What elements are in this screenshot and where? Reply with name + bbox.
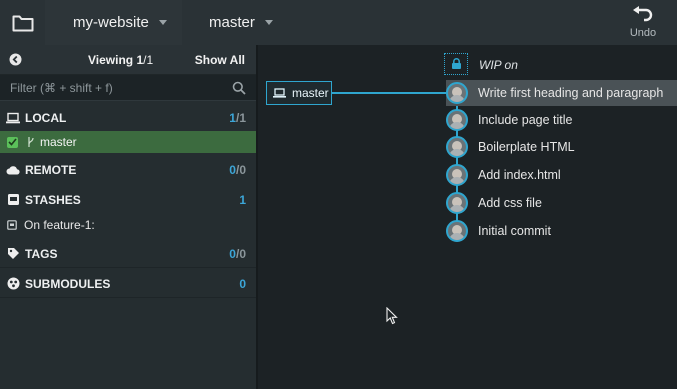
commit-graph: WIP on master Write first heading and pa… [256,45,677,389]
local-branch-label: master [40,135,77,149]
mouse-cursor-icon [386,307,398,325]
section-stashes-title: STASHES [25,192,81,207]
commit-row[interactable]: Boilerplate HTML [446,134,575,160]
filter-input[interactable] [10,80,232,95]
section-submodules[interactable]: SUBMODULES 0 [0,270,256,297]
chevron-down-icon [264,20,273,25]
section-submodules-title: SUBMODULES [25,276,111,291]
remote-count-b: /0 [235,162,246,177]
search-icon [232,81,246,95]
commit-row[interactable]: Include page title [446,107,573,133]
open-repo-button[interactable] [0,0,45,45]
section-local-title: LOCAL [25,110,67,125]
collapse-panel-button[interactable] [0,53,30,66]
author-avatar [446,109,468,131]
tag-icon [6,247,20,261]
section-stashes[interactable]: STASHES 1 [0,186,256,213]
commit-row[interactable]: Add css file [446,190,542,216]
repo-name: my-website [73,14,149,31]
left-panel: Viewing 1/1 Show All LOCAL 1/1 master RE… [0,45,256,389]
commit-row[interactable]: Add index.html [446,162,561,188]
tags-count: 0/0 [229,247,246,261]
author-avatar [446,192,468,214]
local-count-b: /1 [235,110,246,125]
submodule-icon [6,277,20,291]
chevron-down-icon [158,20,167,25]
author-avatar [446,82,468,104]
commit-message: Write first heading and paragraph [478,86,664,100]
top-toolbar: my-website master Undo [0,0,677,45]
local-count: 1/1 [229,111,246,125]
viewing-total: /1 [143,52,154,67]
laptop-icon [6,111,20,125]
local-count-a: 1 [229,110,236,125]
stash-item[interactable]: On feature-1: [0,213,256,237]
tags-count-a: 0 [229,246,236,261]
commit-row[interactable]: Write first heading and paragraph [446,80,677,106]
stashes-count-a: 1 [239,192,246,207]
wip-node[interactable] [444,53,468,75]
section-tags[interactable]: TAGS 0/0 [0,240,256,267]
section-tags-title: TAGS [25,246,58,261]
remote-count: 0/0 [229,163,246,177]
section-remote-title: REMOTE [25,162,77,177]
back-arrow-icon [9,53,21,66]
checkmark-icon [7,136,18,148]
author-avatar [446,136,468,158]
commit-message: Add index.html [478,168,561,182]
breadcrumb-separator [297,0,311,45]
wip-label[interactable]: WIP on [479,58,518,72]
section-remote[interactable]: REMOTE 0/0 [0,156,256,183]
commit-message: Boilerplate HTML [478,140,575,154]
viewing-label: Viewing [88,52,134,67]
branch-label-text: master [292,86,329,100]
undo-button[interactable]: Undo [622,0,664,45]
stash-icon [6,193,20,207]
branch-name: master [209,14,255,31]
commit-message: Initial commit [478,224,551,238]
divider [0,297,256,298]
section-local[interactable]: LOCAL 1/1 [0,104,256,131]
branch-label-master[interactable]: master [266,81,332,105]
stash-icon [7,220,17,230]
tags-count-b: /0 [235,246,246,261]
submodules-count: 0 [239,277,246,291]
stash-item-label: On feature-1: [24,218,95,232]
undo-icon [633,6,653,22]
lock-icon [451,58,461,69]
author-avatar [446,220,468,242]
stashes-count: 1 [239,193,246,207]
commit-message: Add css file [478,196,542,210]
submodules-count-a: 0 [239,276,246,291]
branch-selector[interactable]: master [182,0,297,45]
undo-label: Undo [629,27,657,39]
branch-icon [28,137,34,147]
show-all-button[interactable]: Show All [195,53,245,67]
commit-row[interactable]: Initial commit [446,218,551,244]
cloud-icon [6,163,20,177]
folder-icon [12,15,33,31]
laptop-icon [273,88,286,98]
commit-message: Include page title [478,113,573,127]
filter-bar [0,75,256,101]
remote-count-a: 0 [229,162,236,177]
author-avatar [446,164,468,186]
divider [0,267,256,268]
panel-header: Viewing 1/1 Show All [0,45,256,75]
local-branch-master[interactable]: master [0,131,256,153]
viewing-count: Viewing 1/1 [88,53,153,67]
repo-selector[interactable]: my-website [45,0,182,45]
